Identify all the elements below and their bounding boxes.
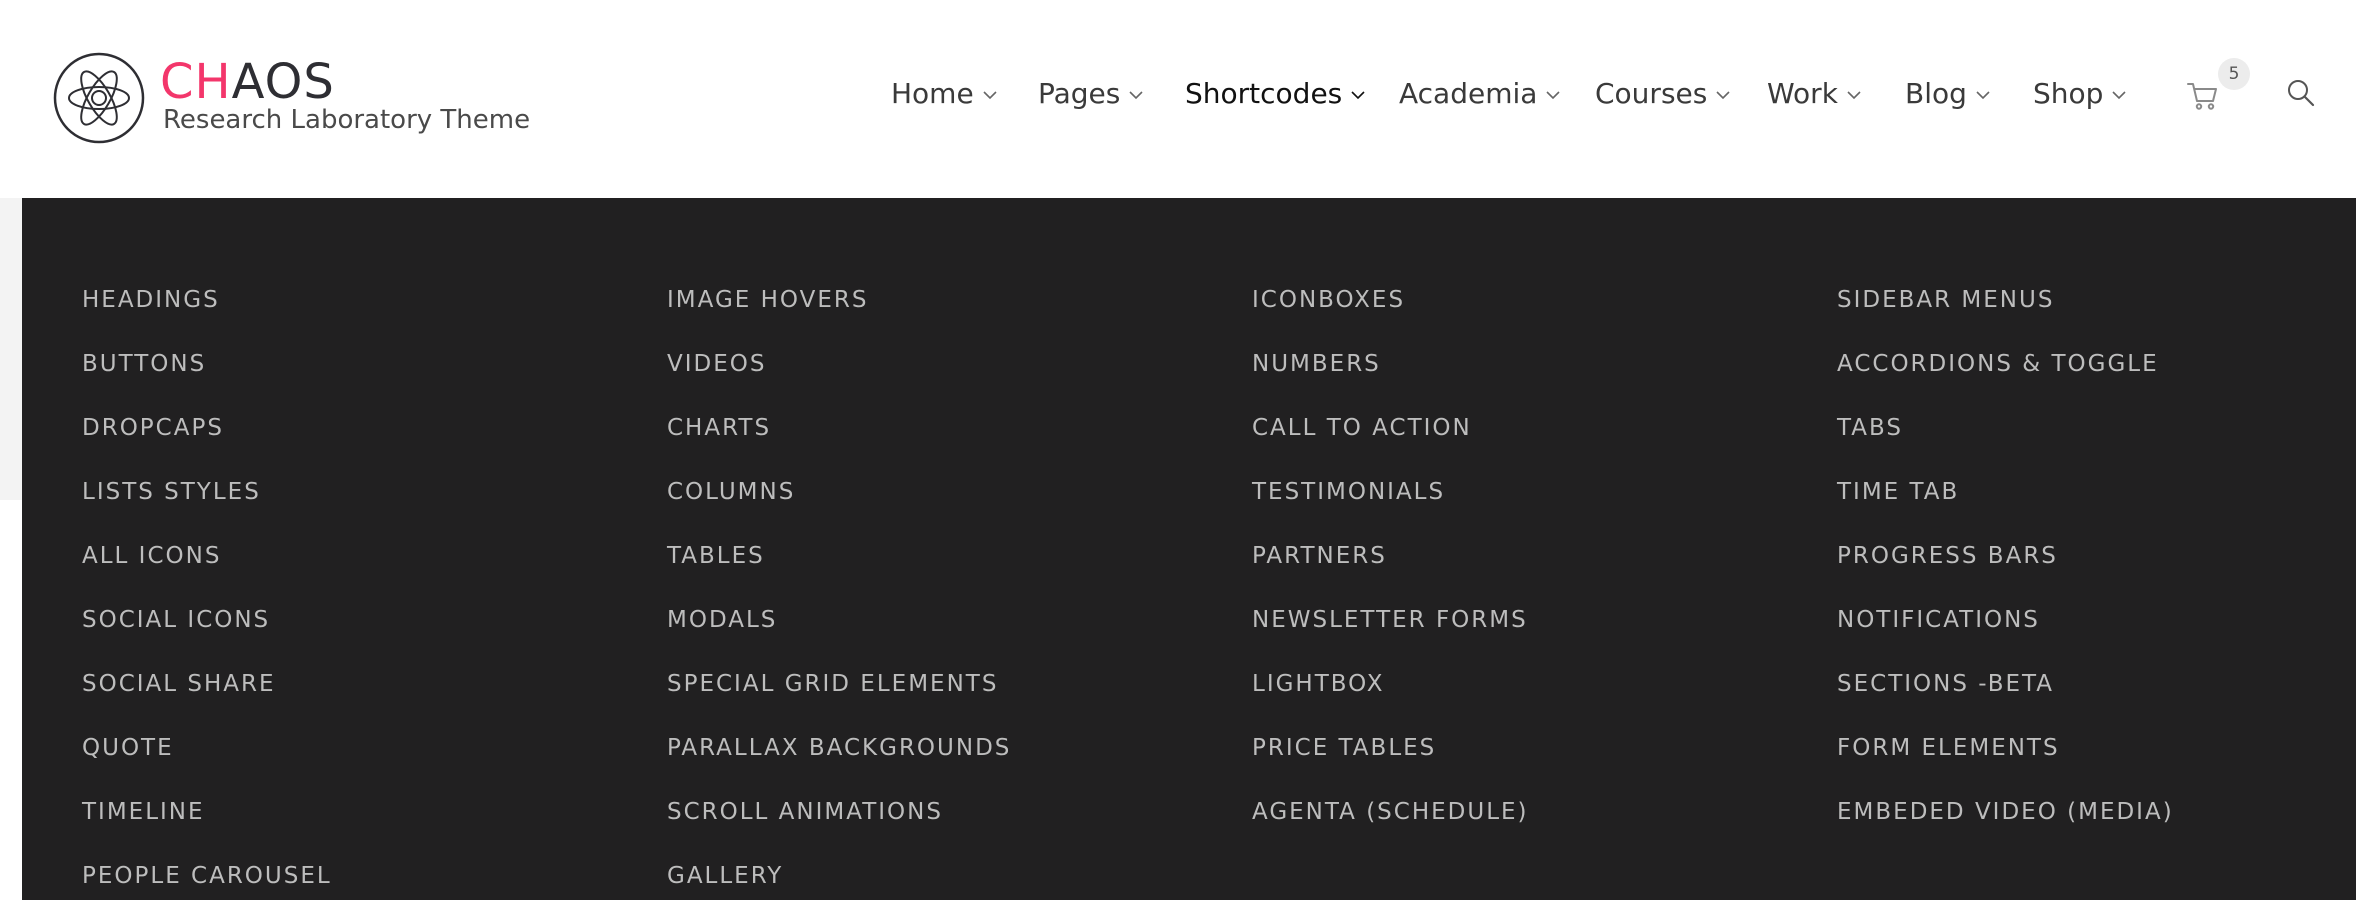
nav-item-label: Blog — [1905, 77, 1967, 110]
nav-item-label: Work — [1767, 77, 1838, 110]
mega-menu-link[interactable]: TABLES — [667, 542, 765, 570]
mega-menu-link[interactable]: TIME TAB — [1837, 478, 1959, 506]
nav-item-label: Pages — [1038, 77, 1121, 110]
mega-menu-link[interactable]: EMBEDED VIDEO (MEDIA) — [1837, 798, 2174, 826]
mega-menu-link[interactable]: AGENTA (SCHEDULE) — [1252, 798, 1529, 826]
mega-menu-link[interactable]: CHARTS — [667, 414, 771, 442]
mega-menu-link[interactable]: PARTNERS — [1252, 542, 1387, 570]
nav-item-work[interactable]: Work — [1767, 76, 1862, 112]
mega-menu-link[interactable]: SECTIONS -BETA — [1837, 670, 2054, 698]
search-icon[interactable] — [2286, 78, 2316, 108]
brand-tagline: Research Laboratory Theme — [163, 105, 531, 135]
mega-menu-link[interactable]: SOCIAL ICONS — [82, 606, 270, 634]
cart-count-badge: 5 — [2218, 58, 2250, 90]
nav-item-label: Shortcodes — [1185, 77, 1343, 110]
chevron-down-icon — [1351, 91, 1365, 100]
mega-menu-link[interactable]: TABS — [1837, 414, 1903, 442]
brand-name[interactable]: CHAOS — [160, 58, 335, 106]
mega-menu-link[interactable]: TESTIMONIALS — [1252, 478, 1445, 506]
nav-item-academia[interactable]: Academia — [1399, 76, 1561, 112]
mega-menu-link[interactable]: COLUMNS — [667, 478, 795, 506]
mega-menu-link[interactable]: VIDEOS — [667, 350, 766, 378]
mega-menu-link[interactable]: ACCORDIONS & TOGGLE — [1837, 350, 2159, 378]
chevron-down-icon — [1716, 91, 1730, 100]
mega-menu-link[interactable]: PRICE TABLES — [1252, 734, 1436, 762]
mega-menu-link[interactable]: FORM ELEMENTS — [1837, 734, 2060, 762]
mega-menu-link[interactable]: GALLERY — [667, 862, 783, 890]
nav-item-pages[interactable]: Pages — [1038, 76, 1144, 112]
chevron-down-icon — [1129, 91, 1143, 100]
nav-item-label: Courses — [1595, 77, 1708, 110]
nav-item-label: Shop — [2033, 77, 2104, 110]
atom-logo-icon[interactable] — [52, 51, 146, 145]
nav-item-home[interactable]: Home — [891, 76, 998, 112]
nav-item-label: Home — [891, 77, 974, 110]
mega-menu-link[interactable]: PEOPLE CAROUSEL — [82, 862, 332, 890]
chevron-down-icon — [983, 91, 997, 100]
mega-menu-link[interactable]: ICONBOXES — [1252, 286, 1405, 314]
mega-menu-link[interactable]: SPECIAL GRID ELEMENTS — [667, 670, 998, 698]
chevron-down-icon — [1976, 91, 1990, 100]
mega-menu-link[interactable]: IMAGE HOVERS — [667, 286, 868, 314]
shortcodes-mega-menu: HEADINGS BUTTONS DROPCAPS LISTS STYLES ALL I… — [22, 198, 2356, 900]
mega-menu-link[interactable]: MODALS — [667, 606, 777, 634]
mega-menu-link[interactable]: BUTTONS — [82, 350, 206, 378]
nav-item-blog[interactable]: Blog — [1905, 76, 1991, 112]
mega-menu-link[interactable]: DROPCAPS — [82, 414, 224, 442]
chevron-down-icon — [2112, 91, 2127, 100]
mega-menu-link[interactable]: NOTIFICATIONS — [1837, 606, 2040, 634]
mega-menu-link[interactable]: NUMBERS — [1252, 350, 1381, 378]
mega-menu-link[interactable]: ALL ICONS — [82, 542, 221, 570]
cart-icon[interactable] — [2186, 78, 2220, 112]
mega-menu-link[interactable]: SOCIAL SHARE — [82, 670, 276, 698]
mega-menu-link[interactable]: HEADINGS — [82, 286, 220, 314]
mega-menu-link[interactable]: PARALLAX BACKGROUNDS — [667, 734, 1011, 762]
page-background-strip — [0, 198, 22, 500]
mega-menu-link[interactable]: SIDEBAR MENUS — [1837, 286, 2054, 314]
site-header: CHAOS Research Laboratory Theme Home Page… — [0, 0, 2356, 199]
brand-accent: CH — [160, 54, 232, 110]
mega-menu-link[interactable]: CALL TO ACTION — [1252, 414, 1472, 442]
nav-item-label: Academia — [1399, 77, 1538, 110]
chevron-down-icon — [1546, 91, 1561, 100]
mega-menu-link[interactable]: TIMELINE — [82, 798, 205, 826]
nav-item-shop[interactable]: Shop — [2033, 76, 2127, 112]
mega-menu-link[interactable]: NEWSLETTER FORMS — [1252, 606, 1528, 634]
nav-item-courses[interactable]: Courses — [1595, 76, 1731, 112]
mega-menu-link[interactable]: SCROLL ANIMATIONS — [667, 798, 943, 826]
mega-menu-link[interactable]: QUOTE — [82, 734, 174, 762]
mega-menu-link[interactable]: LIGHTBOX — [1252, 670, 1385, 698]
brand-rest: AOS — [231, 54, 335, 110]
chevron-down-icon — [1847, 91, 1861, 100]
mega-menu-link[interactable]: LISTS STYLES — [82, 478, 261, 506]
mega-menu-link[interactable]: PROGRESS BARS — [1837, 542, 2058, 570]
nav-item-shortcodes[interactable]: Shortcodes — [1185, 76, 1366, 112]
